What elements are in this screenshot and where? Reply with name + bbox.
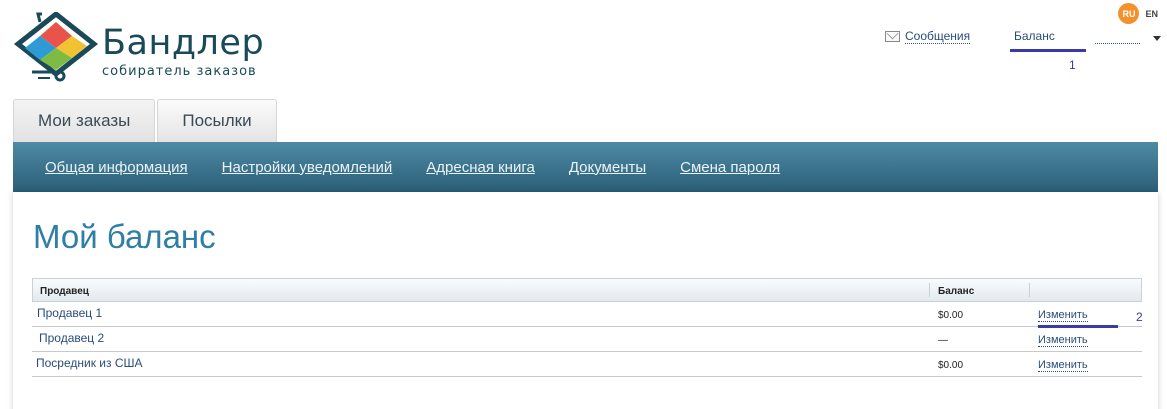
logo-icon (13, 12, 99, 82)
table-row: Посредник из США $0.00 Изменить (32, 352, 1142, 377)
column-divider (1029, 283, 1030, 297)
annotation-number-2: 2 (1136, 310, 1143, 324)
seller-balance: — (938, 335, 948, 346)
seller-balance: $0.00 (938, 310, 964, 321)
language-switcher: RU EN (1118, 3, 1158, 24)
seller-name[interactable]: Посредник из США (36, 356, 143, 370)
seller-name[interactable]: Продавец 1 (37, 306, 102, 320)
column-header-seller: Продавец (40, 286, 89, 297)
seller-balance: $0.00 (938, 360, 964, 371)
brand-name: Бандлер (102, 23, 265, 63)
main-tabs: Мои заказы Посылки (13, 99, 277, 142)
table-row: Продавец 2 — Изменить (32, 327, 1142, 352)
chevron-down-icon (1153, 36, 1161, 41)
edit-button[interactable]: Изменить (1038, 334, 1088, 347)
balance-table: Продавец Баланс Продавец 1 $0.00 Изменит… (32, 278, 1143, 377)
column-divider (929, 283, 930, 297)
user-menu-dropdown[interactable] (1095, 34, 1165, 46)
balance-annotation-underline (1010, 49, 1086, 52)
page-title: Мой баланс (33, 218, 216, 255)
table-header: Продавец Баланс (32, 278, 1142, 302)
lang-en-button[interactable]: EN (1145, 9, 1158, 19)
table-row: Продавец 1 $0.00 Изменить 2 (32, 302, 1143, 328)
annotation-number-1: 1 (1069, 58, 1076, 72)
tab-my-orders[interactable]: Мои заказы (13, 99, 156, 142)
seller-name[interactable]: Продавец 2 (39, 331, 104, 345)
subnav-notification-settings[interactable]: Настройки уведомлений (222, 159, 393, 176)
edit-button[interactable]: Изменить (1038, 309, 1088, 322)
envelope-icon (885, 31, 900, 42)
messages-link[interactable]: Сообщения (905, 29, 971, 44)
user-menu-value (1095, 43, 1140, 44)
lang-ru-button[interactable]: RU (1118, 3, 1140, 24)
edit-button[interactable]: Изменить (1038, 359, 1088, 372)
tab-parcels[interactable]: Посылки (157, 99, 277, 142)
brand-logo[interactable]: Бандлер собиратель заказов (10, 12, 270, 84)
subnav-address-book[interactable]: Адресная книга (426, 159, 535, 176)
subnav-documents[interactable]: Документы (569, 159, 646, 176)
messages-link-group[interactable]: Сообщения (885, 29, 971, 44)
sub-navigation: Общая информация Настройки уведомлений А… (13, 142, 1158, 192)
column-header-balance: Баланс (938, 286, 975, 297)
brand-tagline: собиратель заказов (102, 64, 257, 79)
balance-link[interactable]: Баланс (1014, 29, 1055, 43)
subnav-change-password[interactable]: Смена пароля (680, 159, 780, 176)
subnav-general-info[interactable]: Общая информация (45, 159, 188, 176)
